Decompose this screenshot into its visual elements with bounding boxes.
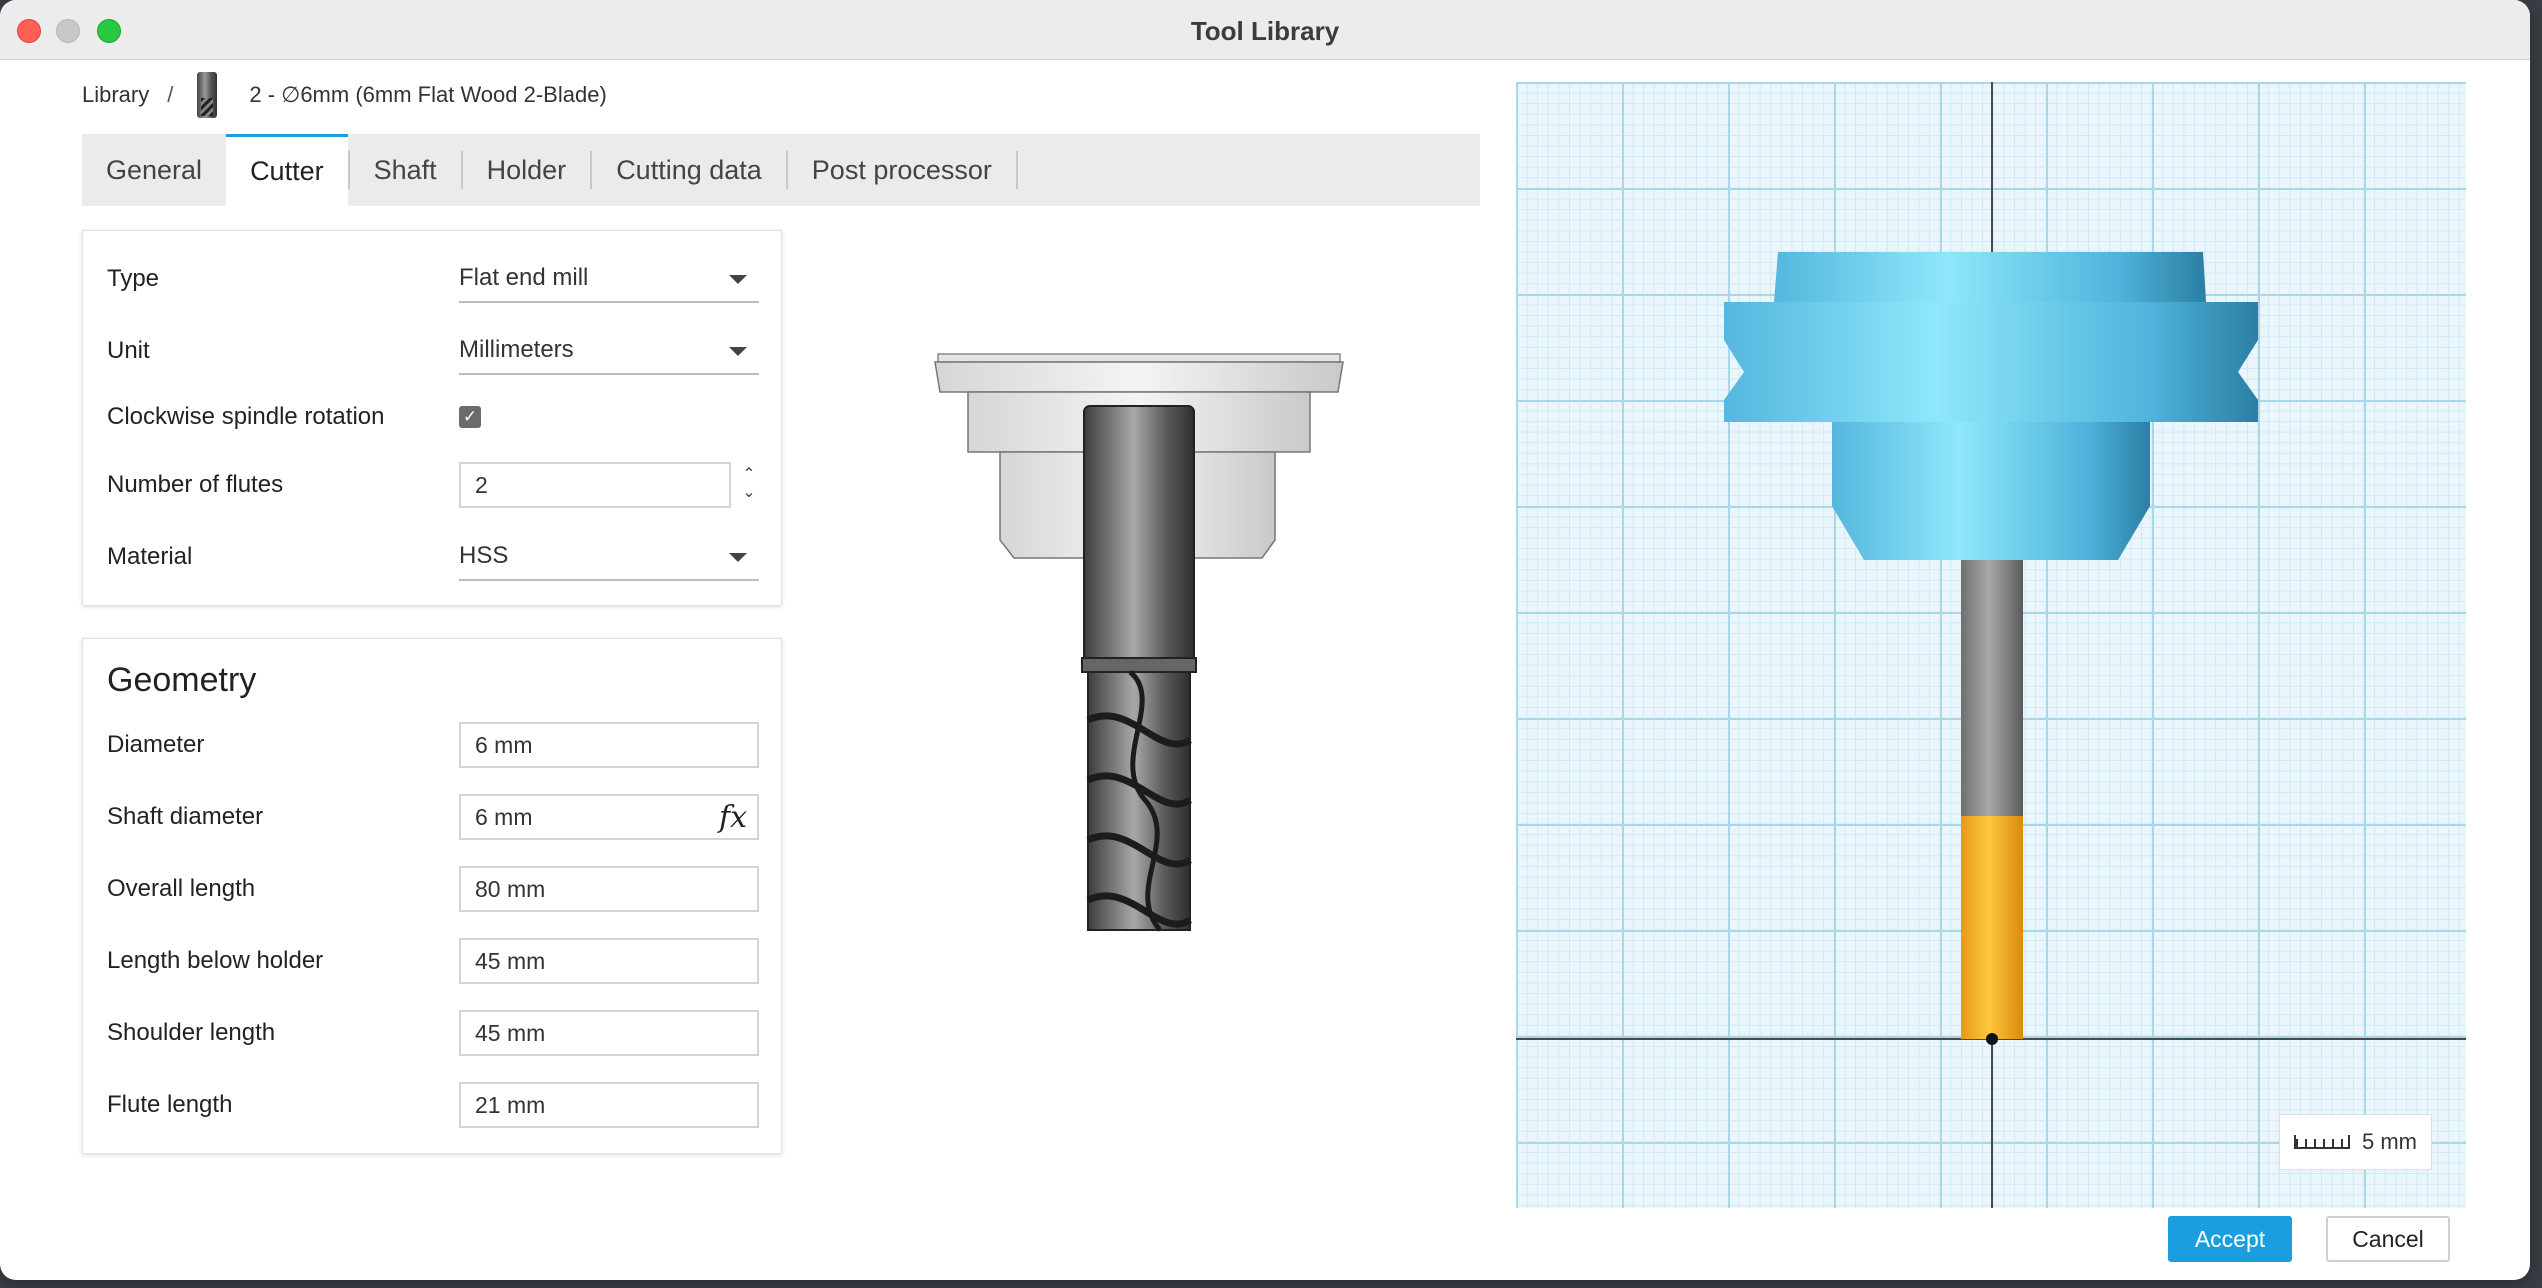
unit-row: Unit Millimeters: [107, 327, 759, 375]
tool-3d-render: [1516, 82, 2466, 1208]
tab-general[interactable]: General: [82, 134, 226, 206]
holder-3d: [1724, 252, 2258, 560]
breadcrumb: Library / 2 - ∅6mm (6mm Flat Wood 2-Blad…: [82, 72, 607, 118]
title-bar: Tool Library: [0, 0, 2530, 60]
type-select[interactable]: Flat end mill: [459, 255, 759, 303]
cutter-properties-panel: Type Flat end mill Unit Millimeters Cloc…: [82, 230, 782, 606]
tab-shaft[interactable]: Shaft: [350, 134, 461, 206]
chevron-down-icon[interactable]: ⌄: [742, 484, 755, 502]
tab-holder[interactable]: Holder: [463, 134, 591, 206]
clockwise-checkbox[interactable]: ✓: [459, 406, 481, 428]
shoulder-length-row: Shoulder length 45 mm: [107, 1009, 759, 1057]
tab-post-processor[interactable]: Post processor: [788, 134, 1016, 206]
chevron-up-icon[interactable]: ⌃: [742, 466, 755, 484]
cutter-2d-preview: [934, 353, 1344, 932]
scale-label: 5 mm: [2362, 1129, 2417, 1154]
flute-length-row: Flute length 21 mm: [107, 1081, 759, 1129]
unit-select[interactable]: Millimeters: [459, 327, 759, 375]
type-row: Type Flat end mill: [107, 255, 759, 303]
material-value: HSS: [459, 542, 509, 569]
breadcrumb-library-link[interactable]: Library: [82, 82, 149, 108]
shaft-diameter-input[interactable]: 6 mm fx: [459, 794, 759, 840]
shoulder-length-label: Shoulder length: [107, 1019, 276, 1046]
formula-fx-icon[interactable]: fx: [719, 800, 747, 835]
flutes-input[interactable]: 2: [459, 462, 731, 508]
flutes-stepper[interactable]: ⌃ ⌄: [739, 461, 759, 507]
overall-length-label: Overall length: [107, 875, 256, 902]
flute-length-label: Flute length: [107, 1091, 233, 1118]
clockwise-label: Clockwise spindle rotation: [107, 403, 385, 430]
tool-3d-viewport[interactable]: 5 mm: [1516, 82, 2466, 1208]
geometry-panel: Geometry Diameter 6 mm Shaft diameter 6 …: [82, 638, 782, 1154]
chevron-down-icon: [729, 553, 747, 562]
shoulder-length-input[interactable]: 45 mm: [459, 1010, 759, 1056]
flutes-3d: [1961, 816, 2023, 1039]
diameter-label: Diameter: [107, 731, 205, 758]
flute-length-input[interactable]: 21 mm: [459, 1082, 759, 1128]
breadcrumb-current-tool: 2 - ∅6mm (6mm Flat Wood 2-Blade): [249, 82, 607, 107]
unit-value: Millimeters: [459, 336, 574, 363]
end-mill-2d: [1081, 405, 1197, 932]
tab-bar: General Cutter Shaft Holder Cutting data…: [82, 134, 1480, 206]
diameter-row: Diameter 6 mm: [107, 721, 759, 769]
flutes-label: Number of flutes: [107, 471, 284, 498]
type-value: Flat end mill: [459, 264, 589, 291]
material-label: Material: [107, 543, 193, 570]
unit-label: Unit: [107, 337, 150, 364]
window-title: Tool Library: [1190, 16, 1340, 46]
shaft-3d: [1961, 560, 2023, 816]
type-label: Type: [107, 265, 160, 292]
accept-button[interactable]: Accept: [2168, 1216, 2292, 1262]
flutes-row: Number of flutes 2 ⌃ ⌄: [107, 461, 757, 509]
overall-length-row: Overall length 80 mm: [107, 865, 759, 913]
tool-library-window: Tool Library Library / 2 - ∅6mm (6mm Fla…: [0, 0, 2530, 1280]
ruler-icon: [2294, 1135, 2350, 1149]
breadcrumb-separator: /: [167, 82, 174, 107]
material-row: Material HSS: [107, 533, 759, 581]
length-below-holder-input[interactable]: 45 mm: [459, 938, 759, 984]
length-below-holder-row: Length below holder 45 mm: [107, 937, 759, 985]
material-select[interactable]: HSS: [459, 533, 759, 581]
cancel-button[interactable]: Cancel: [2326, 1216, 2450, 1262]
shaft-diameter-label: Shaft diameter: [107, 803, 264, 830]
tab-cutter[interactable]: Cutter: [226, 134, 348, 206]
end-mill-thumbnail-icon: [197, 72, 218, 118]
tool-tip-origin: [1986, 1033, 1998, 1045]
geometry-heading: Geometry: [107, 661, 257, 699]
tab-cutting-data[interactable]: Cutting data: [592, 134, 786, 206]
shaft-diameter-row: Shaft diameter 6 mm fx: [107, 793, 759, 841]
overall-length-input[interactable]: 80 mm: [459, 866, 759, 912]
chevron-down-icon: [729, 275, 747, 284]
scale-indicator: 5 mm: [2279, 1114, 2432, 1170]
tab-divider: [1015, 151, 1018, 189]
diameter-input[interactable]: 6 mm: [459, 722, 759, 768]
clockwise-row: Clockwise spindle rotation ✓: [107, 393, 757, 441]
shaft-diameter-value: 6 mm: [475, 803, 533, 830]
chevron-down-icon: [729, 347, 747, 356]
length-below-holder-label: Length below holder: [107, 947, 324, 974]
